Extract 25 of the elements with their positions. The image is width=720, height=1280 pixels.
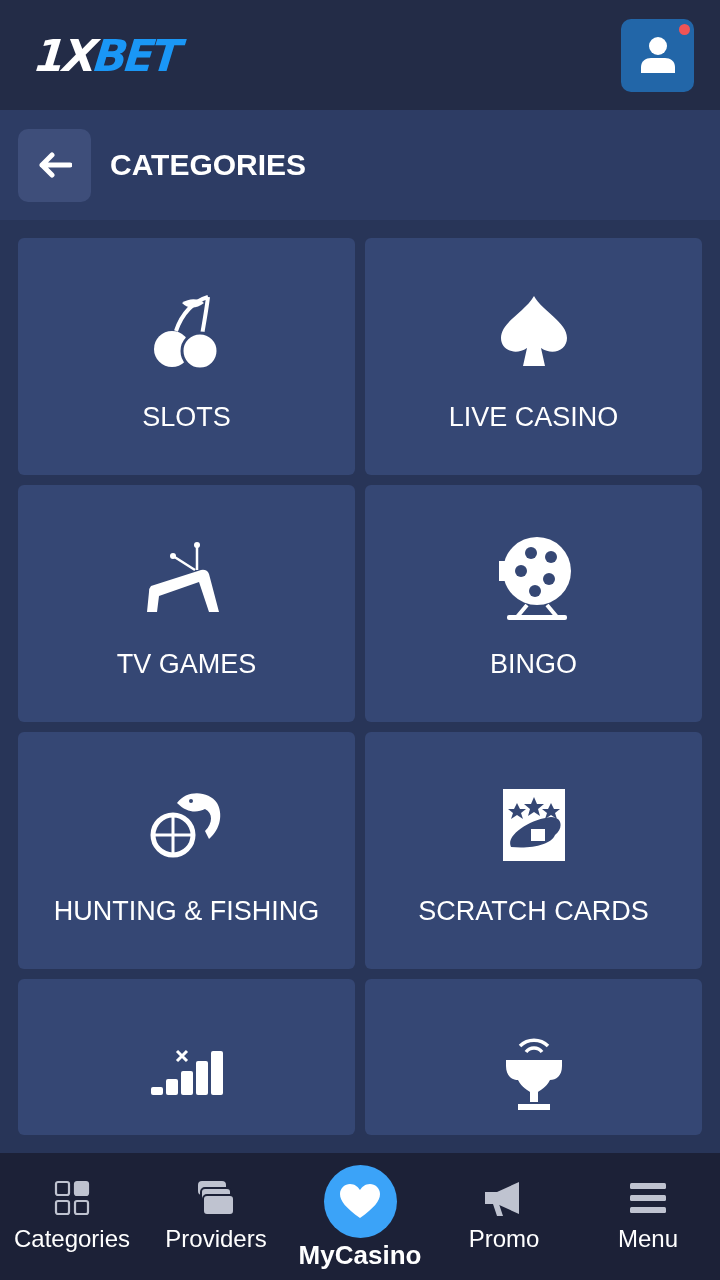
category-tile[interactable]: LIVE CASINO (365, 238, 702, 475)
card-stack-icon (198, 1180, 234, 1216)
back-button[interactable] (18, 128, 91, 202)
category-tile[interactable]: BINGO (365, 485, 702, 722)
heart-icon (340, 1183, 380, 1220)
nav-tab[interactable]: Menu (576, 1153, 720, 1280)
nav-tab[interactable]: Promo (432, 1153, 576, 1280)
nav-tab[interactable]: Providers (144, 1153, 288, 1280)
page-title: CATEGORIES (110, 148, 307, 182)
category-tile[interactable]: SLOTS (18, 238, 355, 475)
menu-icon (630, 1183, 666, 1213)
signal-bars-icon (150, 1049, 223, 1095)
lottery-drum-icon (496, 535, 571, 621)
nav-tab[interactable]: Categories (0, 1153, 144, 1280)
category-tile[interactable] (18, 979, 355, 1135)
back-arrow-icon (37, 152, 72, 178)
category-tile[interactable]: SCRATCH CARDS (365, 732, 702, 969)
user-icon (640, 37, 675, 73)
profile-button[interactable] (621, 18, 694, 92)
category-tile[interactable]: HUNTING & FISHING (18, 732, 355, 969)
category-tile[interactable] (365, 979, 702, 1135)
nav-tab[interactable]: MyCasino (288, 1153, 432, 1280)
category-tile[interactable]: TV GAMES (18, 485, 355, 722)
grid-icon (54, 1180, 90, 1216)
ticket-icon (500, 789, 567, 861)
